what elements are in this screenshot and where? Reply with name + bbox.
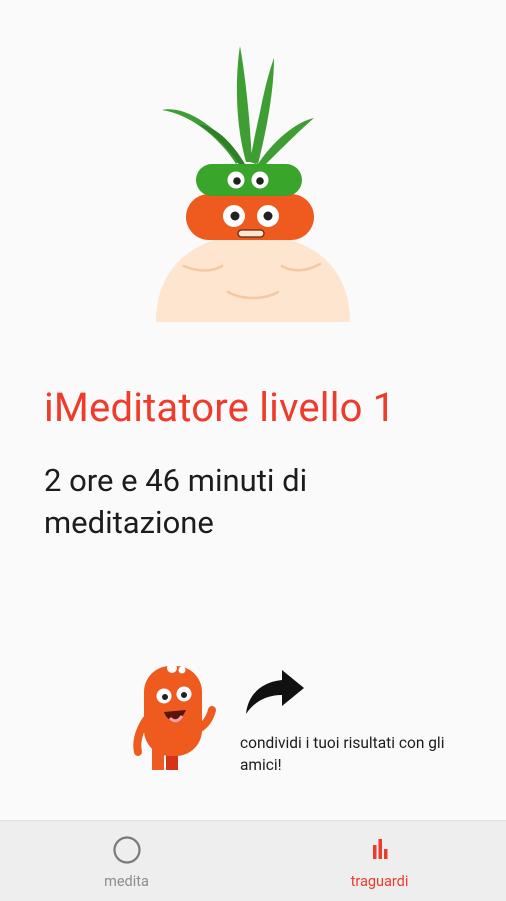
circle-icon: [112, 835, 142, 865]
tab-medita-label: medita: [104, 873, 149, 890]
share-arrow-icon[interactable]: [242, 664, 308, 718]
tab-medita[interactable]: medita: [0, 821, 253, 901]
meditator-illustration: [150, 40, 360, 322]
share-text: condividi i tuoi risultati con gli amici…: [240, 734, 445, 774]
bar-chart-icon: [365, 835, 395, 865]
level-title: iMeditatore livello 1: [44, 384, 396, 431]
share-section[interactable]: condividi i tuoi risultati con gli amici…: [130, 658, 470, 778]
tab-traguardi-label: traguardi: [350, 873, 409, 890]
bottom-navigation: medita traguardi: [0, 820, 506, 901]
tab-traguardi[interactable]: traguardi: [253, 821, 506, 901]
waving-mascot-icon: [130, 658, 222, 772]
meditation-time-summary: 2 ore e 46 minuti di meditazione: [44, 462, 308, 541]
